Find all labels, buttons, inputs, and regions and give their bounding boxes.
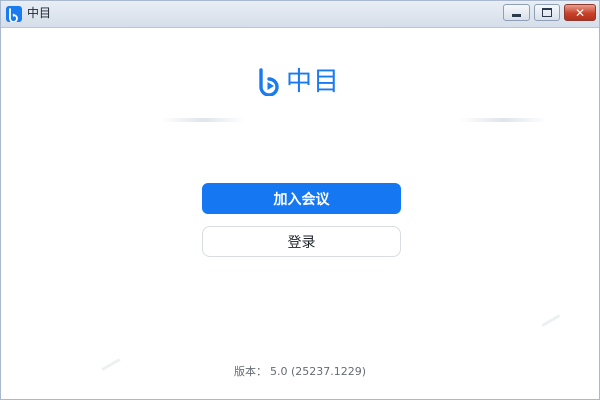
brand-mark-icon: [259, 68, 279, 96]
decorative-divider-left: [161, 118, 245, 122]
login-button[interactable]: 登录: [202, 226, 401, 257]
app-window: 中目 ✕ 中目 加入会议 登录 版本： 5.0 (25237.1229): [0, 0, 600, 400]
version-value: 5.0 (25237.1229): [269, 365, 367, 378]
maximize-icon: [542, 8, 552, 17]
version-info: 版本： 5.0 (25237.1229): [1, 363, 599, 379]
close-icon: ✕: [574, 5, 586, 20]
decorative-divider-right: [459, 118, 547, 122]
watermark-mark: [541, 314, 561, 327]
join-meeting-button[interactable]: 加入会议: [202, 183, 401, 214]
brand-logo: 中目: [257, 67, 340, 97]
title-bar[interactable]: 中目 ✕: [1, 1, 599, 28]
brand-name: 中目: [286, 67, 341, 97]
minimize-button[interactable]: [503, 4, 530, 21]
app-logo-icon: [6, 6, 22, 22]
close-button[interactable]: ✕: [564, 4, 596, 21]
window-title: 中目: [27, 6, 52, 20]
maximize-button[interactable]: [534, 4, 560, 21]
version-label: 版本：: [233, 365, 267, 378]
minimize-icon: [512, 13, 521, 17]
